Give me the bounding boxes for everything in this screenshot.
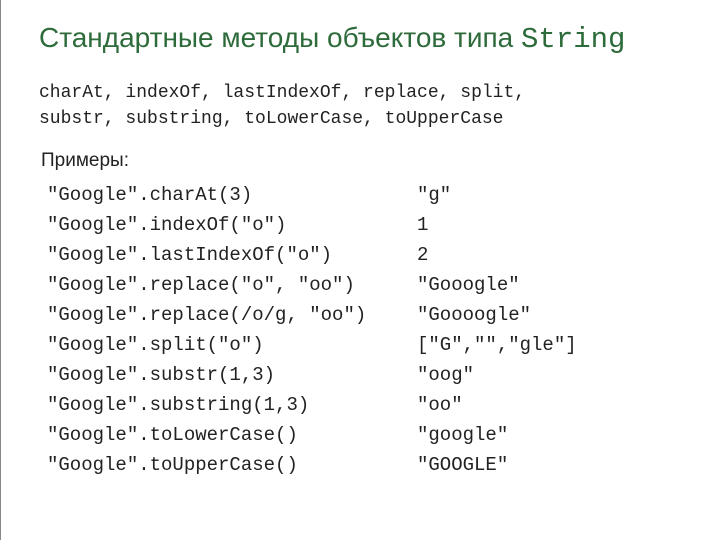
example-result: 2 [417, 244, 682, 266]
example-result: ["G","","gle"] [417, 334, 682, 356]
table-row: "Google".toUpperCase() "GOOGLE" [47, 454, 682, 476]
example-expression: "Google".split("o") [47, 334, 417, 356]
example-result: "Goooogle" [417, 304, 682, 326]
table-row: "Google".charAt(3) "g" [47, 184, 682, 206]
example-result: "oo" [417, 394, 682, 416]
examples-table: "Google".charAt(3) "g" "Google".indexOf(… [47, 184, 682, 476]
example-expression: "Google".replace("o", "oo") [47, 274, 417, 296]
table-row: "Google".substring(1,3) "oo" [47, 394, 682, 416]
example-result: "GOOGLE" [417, 454, 682, 476]
example-expression: "Google".toLowerCase() [47, 424, 417, 446]
example-expression: "Google".charAt(3) [47, 184, 417, 206]
example-result: 1 [417, 214, 682, 236]
examples-label: Примеры: [41, 150, 682, 172]
slide-title: Стандартные методы объектов типа String [39, 20, 682, 58]
example-expression: "Google".toUpperCase() [47, 454, 417, 476]
example-expression: "Google".indexOf("o") [47, 214, 417, 236]
slide: Стандартные методы объектов типа String … [0, 0, 720, 540]
method-list-line-2: substr, substring, toLowerCase, toUpperC… [39, 106, 682, 132]
table-row: "Google".lastIndexOf("o") 2 [47, 244, 682, 266]
table-row: "Google".toLowerCase() "google" [47, 424, 682, 446]
table-row: "Google".substr(1,3) "oog" [47, 364, 682, 386]
table-row: "Google".indexOf("o") 1 [47, 214, 682, 236]
table-row: "Google".replace("o", "oo") "Gooogle" [47, 274, 682, 296]
example-result: "oog" [417, 364, 682, 386]
example-result: "Gooogle" [417, 274, 682, 296]
example-expression: "Google".lastIndexOf("o") [47, 244, 417, 266]
method-list-line-1: charAt, indexOf, lastIndexOf, replace, s… [39, 80, 682, 106]
example-expression: "Google".substr(1,3) [47, 364, 417, 386]
method-list: charAt, indexOf, lastIndexOf, replace, s… [39, 80, 682, 132]
table-row: "Google".split("o") ["G","","gle"] [47, 334, 682, 356]
example-expression: "Google".substring(1,3) [47, 394, 417, 416]
table-row: "Google".replace(/o/g, "oo") "Goooogle" [47, 304, 682, 326]
example-expression: "Google".replace(/o/g, "oo") [47, 304, 417, 326]
example-result: "g" [417, 184, 682, 206]
title-text: Стандартные методы объектов типа [39, 22, 521, 53]
title-code: String [521, 23, 625, 56]
example-result: "google" [417, 424, 682, 446]
